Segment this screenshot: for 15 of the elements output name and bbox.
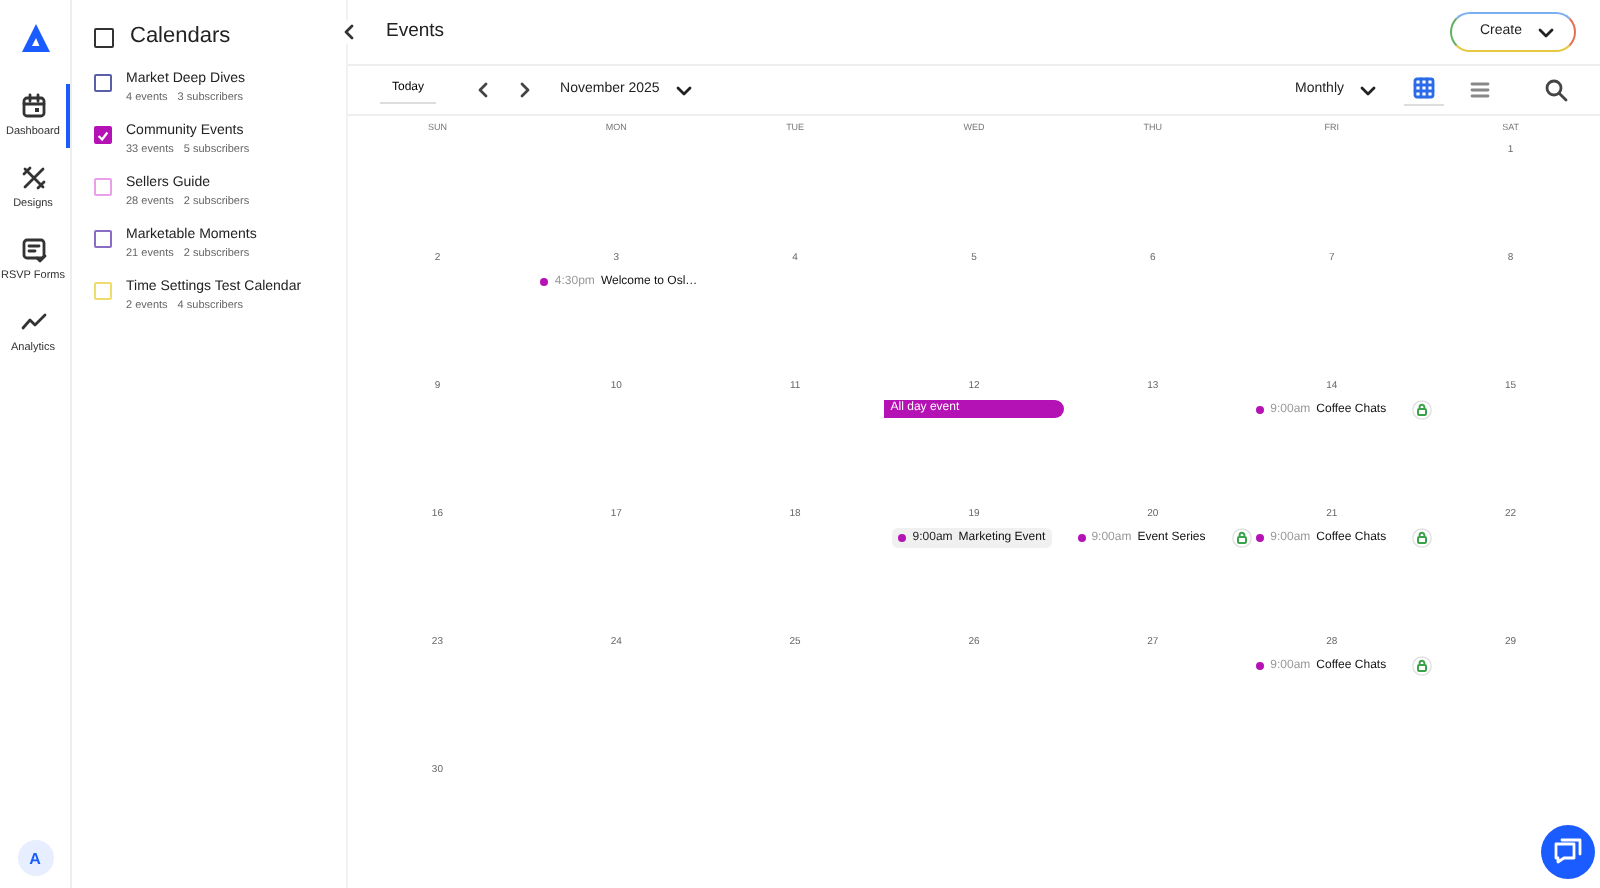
calendar-checkbox[interactable] — [94, 178, 112, 196]
grid-view-icon[interactable] — [1404, 72, 1444, 107]
search-icon[interactable] — [1544, 77, 1568, 102]
calendar-checkbox[interactable] — [94, 74, 112, 92]
avatar[interactable]: A — [17, 840, 53, 876]
form-icon — [19, 236, 47, 264]
crossed-tools-icon — [19, 164, 47, 192]
chat-icon[interactable] — [1540, 824, 1596, 880]
calendar-icon — [19, 92, 47, 120]
select-all-checkbox[interactable] — [94, 27, 114, 47]
panel-title: Calendars — [130, 24, 231, 48]
page-title: Events — [386, 20, 447, 43]
calendar-checkbox[interactable] — [94, 126, 112, 144]
logo-icon — [17, 20, 53, 56]
calendar-checkbox[interactable] — [94, 230, 112, 248]
